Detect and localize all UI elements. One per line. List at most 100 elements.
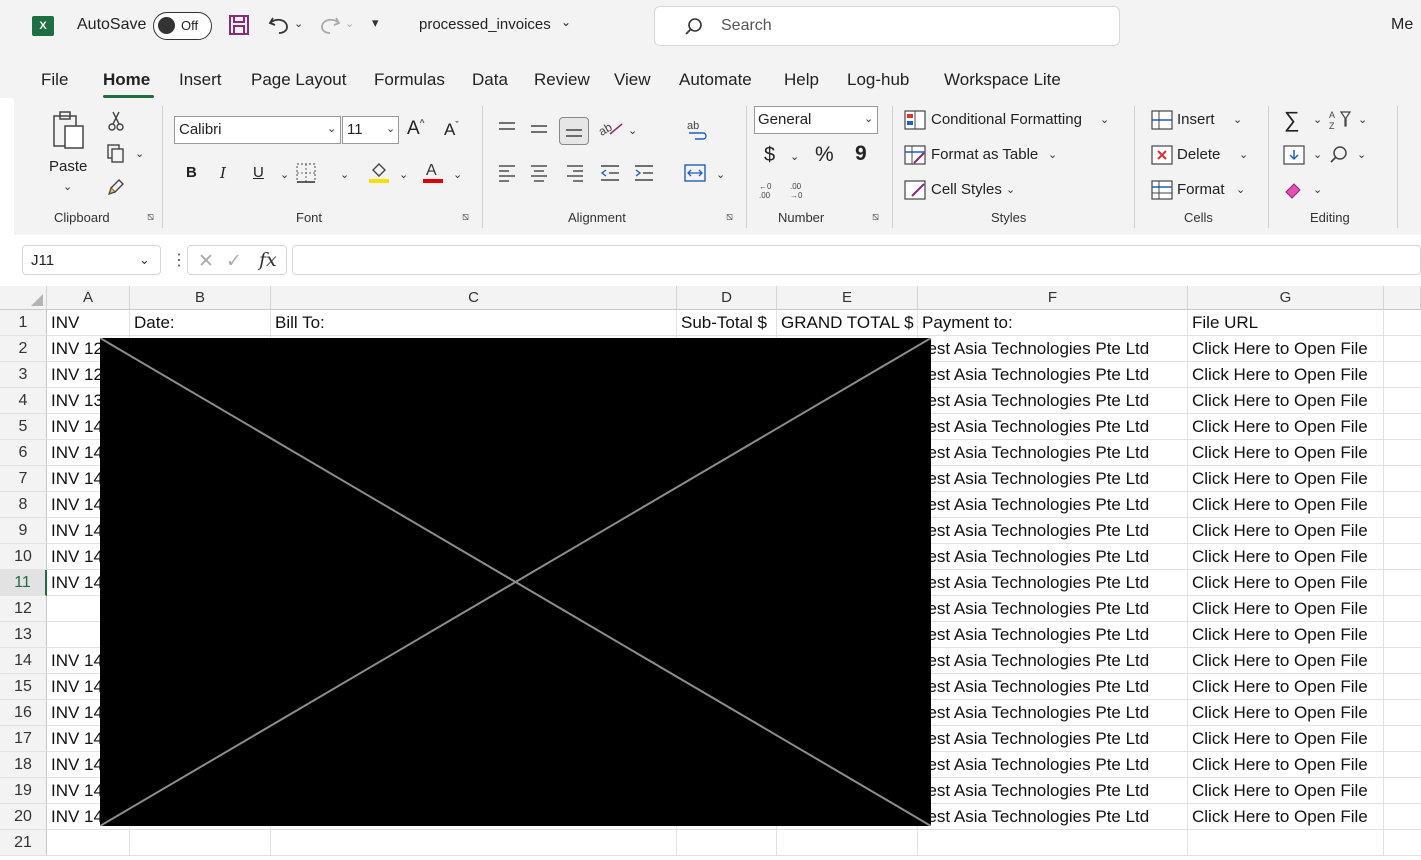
cell-f16[interactable]: uest Asia Technologies Pte Ltd — [918, 700, 1188, 726]
format-as-table-icon[interactable] — [904, 145, 926, 170]
cancel-icon[interactable]: ✕ — [198, 250, 214, 273]
column-header-b[interactable]: B — [130, 286, 271, 310]
clear-icon[interactable] — [1283, 180, 1305, 205]
cell-g8[interactable]: Click Here to Open File — [1188, 492, 1384, 518]
cell-g4[interactable]: Click Here to Open File — [1188, 388, 1384, 414]
formula-input[interactable] — [292, 245, 1421, 275]
tab-formulas[interactable]: Formulas — [374, 70, 445, 90]
copy-dropdown-icon[interactable]: ⌄ — [135, 147, 144, 160]
insert-cells-icon[interactable] — [1151, 110, 1173, 135]
row-header[interactable]: 12 — [0, 596, 47, 622]
row-header[interactable]: 6 — [0, 440, 47, 466]
number-format-select[interactable]: General — [754, 106, 878, 134]
cell-f10[interactable]: uest Asia Technologies Pte Ltd — [918, 544, 1188, 570]
decrease-indent-icon[interactable] — [599, 164, 621, 187]
tab-review[interactable]: Review — [534, 70, 590, 90]
chevron-down-icon[interactable]: ⌄ — [386, 122, 395, 135]
insert-cells-button[interactable]: Insert — [1177, 111, 1215, 128]
cell-f2[interactable]: uest Asia Technologies Pte Ltd — [918, 336, 1188, 362]
chevron-down-icon[interactable]: ⌄ — [864, 112, 873, 125]
fill-icon[interactable] — [1283, 145, 1305, 170]
format-cells-icon[interactable] — [1151, 180, 1173, 205]
cell-g13[interactable]: Click Here to Open File — [1188, 622, 1384, 648]
cell-g19[interactable]: Click Here to Open File — [1188, 778, 1384, 804]
cell-f13[interactable]: uest Asia Technologies Pte Ltd — [918, 622, 1188, 648]
cell-styles-icon[interactable] — [904, 180, 926, 205]
row-header[interactable]: 15 — [0, 674, 47, 700]
cell-styles-button[interactable]: Cell Styles — [931, 181, 1002, 198]
row-header[interactable]: 20 — [0, 804, 47, 830]
row-header[interactable]: 9 — [0, 518, 47, 544]
column-header-g[interactable]: G — [1188, 286, 1384, 310]
cell-f14[interactable]: uest Asia Technologies Pte Ltd — [918, 648, 1188, 674]
chevron-down-icon[interactable]: ⌄ — [1358, 113, 1367, 126]
column-header-h[interactable] — [1384, 286, 1421, 310]
undo-icon[interactable] — [267, 14, 291, 41]
insert-function-icon[interactable]: fx — [259, 249, 277, 271]
chevron-down-icon[interactable]: ⌄ — [1236, 183, 1245, 196]
row-header[interactable]: 19 — [0, 778, 47, 804]
cell-g15[interactable]: Click Here to Open File — [1188, 674, 1384, 700]
cell-g20[interactable]: Click Here to Open File — [1188, 804, 1384, 830]
underline-button[interactable]: U — [253, 164, 264, 181]
format-as-table-button[interactable]: Format as Table — [931, 146, 1038, 163]
cell-g10[interactable]: Click Here to Open File — [1188, 544, 1384, 570]
decrease-font-size-icon[interactable]: Aˇ — [444, 120, 459, 140]
row-header[interactable]: 5 — [0, 414, 47, 440]
chevron-down-icon[interactable]: ⌄ — [327, 122, 336, 135]
paste-dropdown-icon[interactable]: ⌄ — [63, 180, 72, 193]
redo-icon[interactable] — [318, 14, 342, 41]
cell-f9[interactable]: uest Asia Technologies Pte Ltd — [918, 518, 1188, 544]
chevron-down-icon[interactable]: ⌄ — [716, 168, 725, 181]
cell-g9[interactable]: Click Here to Open File — [1188, 518, 1384, 544]
enter-icon[interactable]: ✓ — [226, 250, 242, 273]
tab-file[interactable]: File — [41, 70, 68, 90]
fill-color-icon[interactable] — [368, 160, 390, 189]
chevron-down-icon[interactable]: ⌄ — [1100, 113, 1109, 126]
row-header[interactable]: 3 — [0, 362, 47, 388]
align-center-icon[interactable] — [529, 164, 549, 187]
row-header[interactable]: 1 — [0, 310, 47, 336]
cell-f20[interactable]: uest Asia Technologies Pte Ltd — [918, 804, 1188, 830]
tab-help[interactable]: Help — [784, 70, 819, 90]
tab-page-layout[interactable]: Page Layout — [251, 70, 346, 90]
borders-icon[interactable] — [295, 162, 317, 189]
chevron-down-icon[interactable]: ⌄ — [790, 150, 799, 163]
cell-f4[interactable]: uest Asia Technologies Pte Ltd — [918, 388, 1188, 414]
row-header[interactable]: 10 — [0, 544, 47, 570]
chevron-down-icon[interactable]: ⌄ — [280, 168, 289, 181]
row-header[interactable]: 14 — [0, 648, 47, 674]
user-name[interactable]: Me — [1391, 16, 1413, 34]
tab-log-hub[interactable]: Log-hub — [847, 70, 909, 90]
format-painter-icon[interactable] — [107, 176, 127, 201]
column-header-c[interactable]: C — [271, 286, 677, 310]
paste-icon[interactable] — [51, 110, 87, 155]
autosave-toggle[interactable]: Off — [153, 12, 212, 40]
name-box[interactable]: J11 ⌄ — [22, 245, 161, 275]
cell-e1[interactable]: GRAND TOTAL $ — [777, 310, 918, 336]
chevron-down-icon[interactable]: ⌄ — [628, 124, 637, 137]
row-header[interactable]: 11 — [0, 570, 47, 596]
conditional-formatting-icon[interactable] — [904, 110, 926, 135]
comma-style-button[interactable]: 9 — [855, 142, 867, 166]
cell-g17[interactable]: Click Here to Open File — [1188, 726, 1384, 752]
percent-button[interactable]: % — [815, 143, 834, 167]
chevron-down-icon[interactable]: ⌄ — [1048, 148, 1057, 161]
cell-g2[interactable]: Click Here to Open File — [1188, 336, 1384, 362]
cell-g18[interactable]: Click Here to Open File — [1188, 752, 1384, 778]
row-header[interactable]: 7 — [0, 466, 47, 492]
align-left-icon[interactable] — [497, 164, 517, 187]
save-icon[interactable] — [228, 14, 250, 41]
cell-f12[interactable]: uest Asia Technologies Pte Ltd — [918, 596, 1188, 622]
chevron-down-icon[interactable]: ⌄ — [399, 168, 408, 181]
cell-g6[interactable]: Click Here to Open File — [1188, 440, 1384, 466]
cell-f5[interactable]: uest Asia Technologies Pte Ltd — [918, 414, 1188, 440]
bold-button[interactable]: B — [186, 164, 197, 181]
clipboard-launcher-icon[interactable]: ⧅ — [147, 211, 154, 224]
chevron-down-icon[interactable]: ⌄ — [561, 15, 571, 29]
tab-workspace-lite[interactable]: Workspace Lite — [944, 70, 1061, 90]
chevron-down-icon[interactable]: ⌄ — [340, 168, 349, 181]
cell-f11[interactable]: uest Asia Technologies Pte Ltd — [918, 570, 1188, 596]
autosum-icon[interactable]: ∑ — [1284, 107, 1300, 133]
font-launcher-icon[interactable]: ⧅ — [462, 211, 469, 224]
